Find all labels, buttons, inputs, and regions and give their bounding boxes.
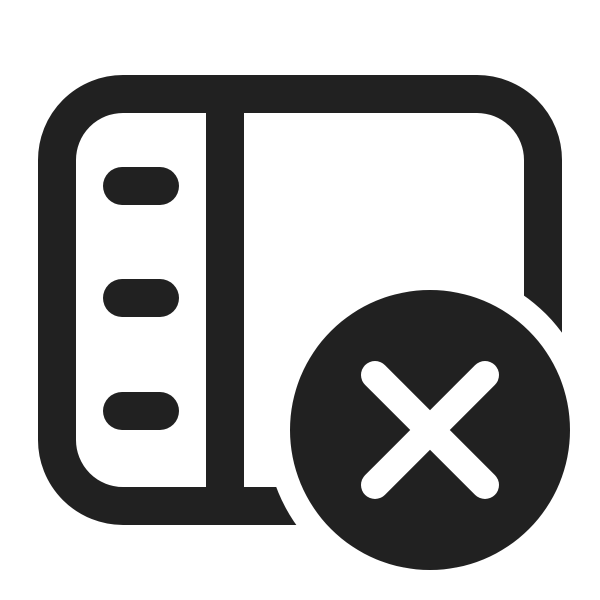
- dismiss-badge: [290, 290, 570, 570]
- sidebar-divider-icon: [206, 94, 244, 506]
- panel-left-dismiss-icon: [38, 75, 570, 570]
- icon-canvas: [0, 0, 600, 600]
